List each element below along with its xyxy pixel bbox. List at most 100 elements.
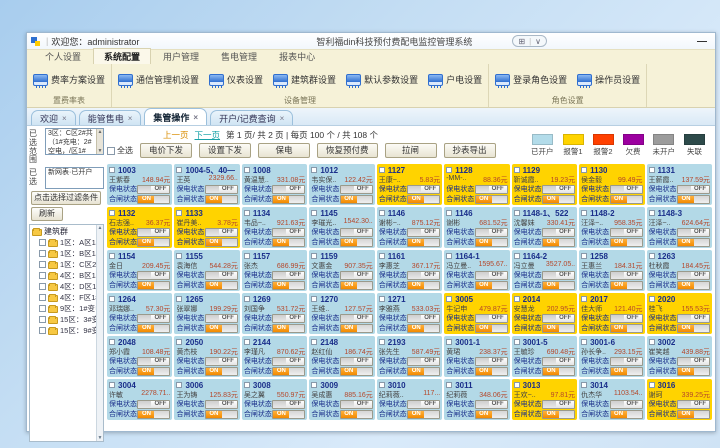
tree-item-checkbox[interactable]: [39, 327, 46, 334]
meter-card[interactable]: 3008吴之翼550.97元保电状态OFF合闸状态ON: [242, 379, 307, 420]
card-checkbox[interactable]: [379, 210, 385, 216]
meter-card[interactable]: 1133崔丹美..3.78元保电状态OFF合闸状态ON: [174, 207, 239, 248]
card-checkbox[interactable]: [446, 296, 452, 302]
card-checkbox[interactable]: [244, 167, 250, 173]
keep-power-toggle[interactable]: OFF: [340, 357, 373, 366]
switch-state-toggle[interactable]: ON: [475, 324, 508, 333]
meter-card[interactable]: 3014仇杰华1103.54..保电状态OFF合闸状态ON: [579, 379, 644, 420]
switch-state-toggle[interactable]: ON: [677, 281, 710, 290]
skin-switcher[interactable]: ⊞ | ∨: [512, 35, 547, 47]
switch-state-toggle[interactable]: ON: [205, 324, 238, 333]
scroll-down-icon[interactable]: ▼: [98, 435, 103, 441]
keep-power-toggle[interactable]: OFF: [205, 357, 238, 366]
tree-item[interactable]: 15区：9#变电站（9#变: [32, 325, 103, 336]
card-checkbox[interactable]: [514, 339, 520, 345]
card-checkbox[interactable]: [581, 339, 587, 345]
action-button[interactable]: 拉闸: [385, 143, 437, 158]
keep-power-toggle[interactable]: OFF: [137, 271, 170, 280]
card-checkbox[interactable]: [311, 210, 317, 216]
switch-state-toggle[interactable]: ON: [610, 367, 643, 376]
keep-power-toggle[interactable]: OFF: [475, 314, 508, 323]
keep-power-toggle[interactable]: OFF: [205, 271, 238, 280]
card-checkbox[interactable]: [649, 382, 655, 388]
meter-card[interactable]: 1258王惠兰184.31元保电状态OFF合闸状态ON: [579, 250, 644, 291]
switch-state-toggle[interactable]: ON: [610, 195, 643, 204]
meter-card[interactable]: 1148-3汪泽~..624.64元保电状态OFF合闸状态ON: [647, 207, 712, 248]
meter-card[interactable]: 3013王欢~..97.81元保电状态OFF合闸状态ON: [512, 379, 577, 420]
switch-state-toggle[interactable]: ON: [137, 281, 170, 290]
keep-power-toggle[interactable]: OFF: [610, 271, 643, 280]
meter-card[interactable]: 1131王薪霞..137.59元保电状态OFF合闸状态ON: [647, 164, 712, 205]
switch-state-toggle[interactable]: ON: [542, 410, 575, 419]
card-checkbox[interactable]: [311, 253, 317, 259]
meter-card[interactable]: 3009吴成惠885.16元保电状态OFF合闸状态ON: [309, 379, 374, 420]
meter-card[interactable]: 1008黄温慧..331.08元保电状态OFF合闸状态ON: [242, 164, 307, 205]
ribbon-button[interactable]: 操作员设置: [577, 73, 640, 86]
switch-state-toggle[interactable]: ON: [542, 238, 575, 247]
card-checkbox[interactable]: [649, 167, 655, 173]
card-checkbox[interactable]: [311, 382, 317, 388]
card-checkbox[interactable]: [379, 253, 385, 259]
keep-power-toggle[interactable]: OFF: [542, 271, 575, 280]
switch-state-toggle[interactable]: ON: [610, 324, 643, 333]
close-icon[interactable]: ×: [128, 114, 133, 123]
prev-page-link[interactable]: 上一页: [163, 129, 189, 141]
card-checkbox[interactable]: [581, 167, 587, 173]
card-checkbox[interactable]: [379, 339, 385, 345]
ribbon-tab[interactable]: 报表中心: [269, 49, 325, 64]
select-all[interactable]: 全选: [107, 145, 133, 156]
meter-card[interactable]: 1264邓瑞娜..57.30元保电状态OFF合闸状态ON: [107, 293, 172, 334]
keep-power-toggle[interactable]: OFF: [407, 228, 440, 237]
tree-item[interactable]: 15区：3#变电站（3#变: [32, 314, 103, 325]
tree-item[interactable]: 4区：F区1#共: [32, 292, 103, 303]
card-checkbox[interactable]: [446, 339, 452, 345]
switch-state-toggle[interactable]: ON: [475, 410, 508, 419]
card-checkbox[interactable]: [649, 253, 655, 259]
keep-power-toggle[interactable]: OFF: [137, 228, 170, 237]
keep-power-toggle[interactable]: OFF: [272, 228, 305, 237]
filter-select-button[interactable]: 点击选择过滤条件: [31, 191, 101, 205]
switch-state-toggle[interactable]: ON: [610, 238, 643, 247]
keep-power-toggle[interactable]: OFF: [272, 271, 305, 280]
keep-power-toggle[interactable]: OFF: [542, 185, 575, 194]
selected-range-listbox[interactable]: ▲ ▼ 3区：C区2#共（1#充电：2#空电，/区1#: [45, 128, 104, 155]
card-checkbox[interactable]: [649, 296, 655, 302]
keep-power-toggle[interactable]: OFF: [205, 185, 238, 194]
meter-card[interactable]: 1270王维..127.57元保电状态OFF合闸状态ON: [309, 293, 374, 334]
tree-item-checkbox[interactable]: [39, 283, 46, 290]
switch-state-toggle[interactable]: ON: [272, 195, 305, 204]
tree-item[interactable]: 1区：B区1#共（1#空: [32, 248, 103, 259]
document-tab[interactable]: 集管操作×: [144, 108, 207, 125]
action-button[interactable]: 设置下发: [199, 143, 251, 158]
action-button[interactable]: 恢复预付费: [317, 143, 378, 158]
tree-item-checkbox[interactable]: [39, 272, 46, 279]
keep-power-toggle[interactable]: OFF: [407, 357, 440, 366]
tree-root-item[interactable]: 建筑群: [32, 226, 103, 237]
card-checkbox[interactable]: [514, 253, 520, 259]
tree-item-checkbox[interactable]: [39, 305, 46, 312]
switch-state-toggle[interactable]: ON: [137, 324, 170, 333]
card-checkbox[interactable]: [176, 296, 182, 302]
keep-power-toggle[interactable]: OFF: [475, 228, 508, 237]
tree-scrollbar[interactable]: ▲ ▼: [96, 225, 103, 441]
ribbon-button[interactable]: 登录角色设置: [495, 73, 567, 86]
keep-power-toggle[interactable]: OFF: [475, 271, 508, 280]
switch-state-toggle[interactable]: ON: [407, 195, 440, 204]
card-checkbox[interactable]: [244, 339, 250, 345]
keep-power-toggle[interactable]: OFF: [272, 185, 305, 194]
keep-power-toggle[interactable]: OFF: [542, 400, 575, 409]
switch-state-toggle[interactable]: ON: [340, 238, 373, 247]
keep-power-toggle[interactable]: OFF: [542, 228, 575, 237]
action-button[interactable]: 电价下发: [140, 143, 192, 158]
card-checkbox[interactable]: [109, 167, 115, 173]
meter-card[interactable]: 3001-6孙长争..293.15元保电状态OFF合闸状态ON: [579, 336, 644, 377]
ribbon-tab[interactable]: 售电管理: [211, 49, 267, 64]
switch-state-toggle[interactable]: ON: [407, 238, 440, 247]
card-checkbox[interactable]: [379, 167, 385, 173]
tree-item[interactable]: 1区：A区1#共: [32, 237, 103, 248]
switch-state-toggle[interactable]: ON: [272, 238, 305, 247]
meter-card[interactable]: 1164-2冯立曼3527.05..保电状态OFF合闸状态ON: [512, 250, 577, 291]
keep-power-toggle[interactable]: OFF: [137, 400, 170, 409]
meter-card[interactable]: 1159文惠金907.35元保电状态OFF合闸状态ON: [309, 250, 374, 291]
switch-state-toggle[interactable]: ON: [137, 238, 170, 247]
